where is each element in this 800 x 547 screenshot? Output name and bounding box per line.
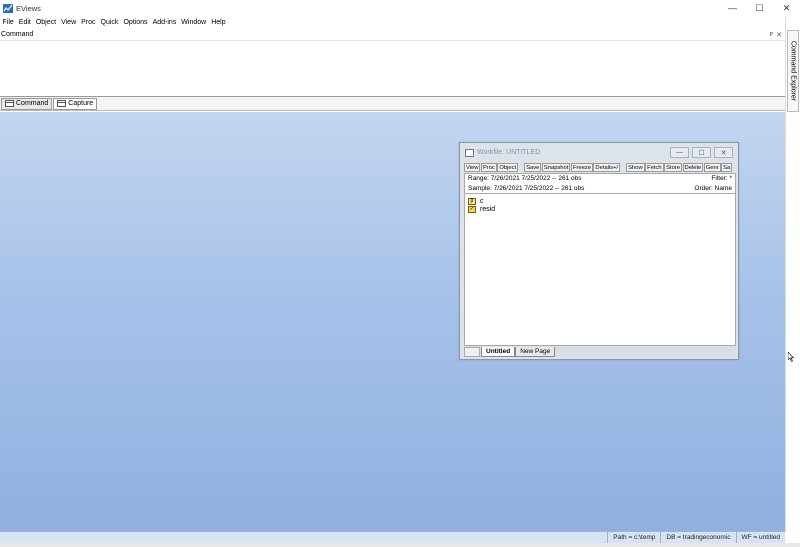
right-rail: Command Explorer: [785, 16, 800, 531]
tab-new-page[interactable]: New Page: [515, 347, 556, 357]
wf-details-button[interactable]: Details+/: [593, 163, 621, 172]
wf-sample-button[interactable]: Sa: [721, 163, 733, 172]
menu-edit[interactable]: Edit: [16, 19, 33, 26]
maximize-button[interactable]: ☐: [746, 0, 773, 16]
pin-icon[interactable]: ᴘ: [769, 31, 773, 39]
tab-untitled[interactable]: Untitled: [481, 347, 516, 357]
eviews-logo-icon: [3, 3, 13, 13]
wf-genr-button[interactable]: Genr: [703, 163, 721, 172]
mouse-cursor-icon: [788, 352, 794, 362]
wf-fetch-button[interactable]: Fetch: [645, 163, 664, 172]
status-wf: WF = untitled: [735, 532, 785, 543]
workfile-icon: [465, 148, 474, 157]
tab-capture-label: Capture: [68, 100, 94, 107]
command-explorer-button[interactable]: Command Explorer: [787, 30, 799, 112]
workfile-object-list[interactable]: β c ✓ resid: [464, 193, 736, 346]
object-name: resid: [480, 205, 496, 213]
workfile-page-tabs: Untitled New Page: [464, 346, 736, 357]
close-button[interactable]: ✕: [773, 0, 800, 16]
workfile-toolbar: View Proc Object Save Snapshot Freeze De…: [464, 163, 736, 172]
workfile-minimize-button[interactable]: —: [670, 147, 689, 158]
list-item[interactable]: β c: [468, 197, 732, 205]
menu-proc[interactable]: Proc: [79, 19, 98, 26]
workfile-range[interactable]: Range: 7/26/2021 7/25/2022 -- 261 obs: [468, 174, 581, 184]
workfile-titlebar[interactable]: Workfile: UNTITLED — ☐ ✕: [460, 143, 738, 162]
resid-icon: ✓: [468, 205, 476, 213]
page-scroll-area: [464, 347, 480, 357]
bottom-strip: [0, 543, 800, 547]
window-icon: [57, 100, 67, 107]
status-path: Path = c:\temp: [607, 532, 660, 543]
wf-save-button[interactable]: Save: [524, 163, 542, 172]
toolbar-gap: [519, 163, 524, 172]
menu-file[interactable]: File: [0, 19, 16, 26]
workfile-window[interactable]: Workfile: UNTITLED — ☐ ✕ View Proc Objec…: [459, 142, 739, 360]
workfile-close-button[interactable]: ✕: [714, 147, 733, 158]
wf-show-button[interactable]: Show: [626, 163, 645, 172]
menu-object[interactable]: Object: [33, 19, 58, 26]
close-pane-icon[interactable]: ✕: [776, 31, 782, 39]
command-input-area[interactable]: [0, 42, 785, 97]
wf-store-button[interactable]: Store: [664, 163, 683, 172]
workfile-info: Range: 7/26/2021 7/25/2022 -- 261 obs Fi…: [464, 173, 736, 193]
object-name: c: [480, 197, 484, 205]
wf-delete-button[interactable]: Delete: [682, 163, 704, 172]
status-bar: Path = c:\temp DB = tradingeconomic WF =…: [0, 531, 785, 543]
menu-help[interactable]: Help: [209, 19, 228, 26]
command-pane-title: Command: [1, 31, 34, 38]
command-tabs: Command Capture: [0, 97, 785, 111]
wf-snapshot-button[interactable]: Snapshot: [541, 163, 571, 172]
wf-object-button[interactable]: Object: [497, 163, 519, 172]
tab-capture[interactable]: Capture: [53, 97, 98, 110]
command-explorer-label: Command Explorer: [789, 40, 797, 102]
window-icon: [5, 100, 14, 107]
list-item[interactable]: ✓ resid: [468, 205, 732, 213]
menu-window[interactable]: Window: [179, 19, 209, 26]
menu-view[interactable]: View: [59, 19, 79, 26]
workfile-maximize-button[interactable]: ☐: [692, 147, 711, 158]
wf-freeze-button[interactable]: Freeze: [570, 163, 593, 172]
app-title: EViews: [16, 3, 41, 13]
minimize-button[interactable]: —: [719, 0, 746, 16]
menu-options[interactable]: Options: [121, 19, 150, 26]
toolbar-gap: [621, 163, 626, 172]
status-db: DB = tradingeconomic: [660, 532, 735, 543]
menu-add-ins[interactable]: Add-ins: [150, 19, 179, 26]
tab-command-label: Command: [16, 100, 49, 107]
menu-quick[interactable]: Quick: [98, 19, 121, 26]
wf-view-button[interactable]: View: [464, 163, 481, 172]
window-controls: — ☐ ✕: [719, 0, 800, 16]
menu-bar: File Edit Object View Proc Quick Options…: [0, 16, 785, 29]
coef-icon: β: [468, 197, 476, 205]
app-titlebar: EViews — ☐ ✕: [0, 0, 800, 16]
workfile-filter[interactable]: Filter: *: [711, 174, 732, 184]
tab-command[interactable]: Command: [1, 97, 53, 110]
workfile-title: Workfile: UNTITLED: [477, 149, 541, 156]
wf-proc-button[interactable]: Proc: [480, 163, 497, 172]
command-pane-header: Command ᴘ ✕: [0, 29, 785, 41]
